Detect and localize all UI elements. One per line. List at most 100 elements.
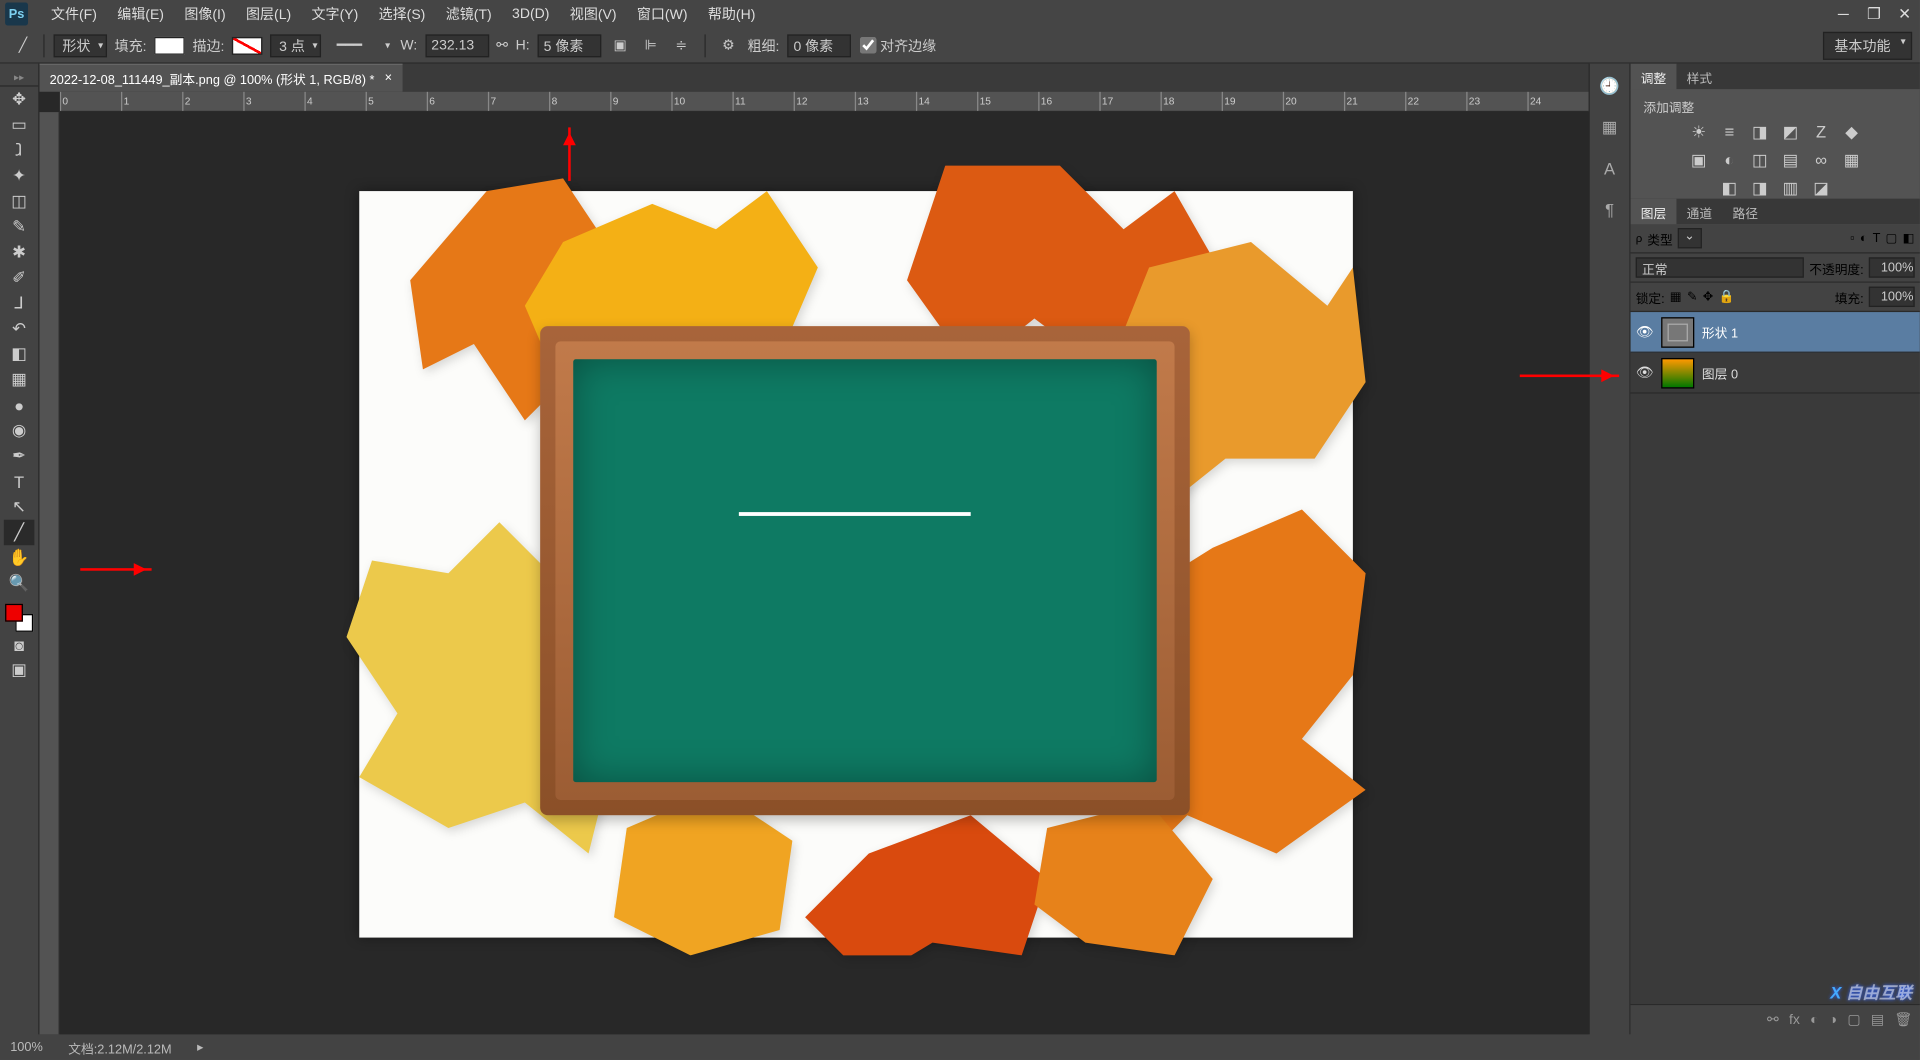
menu-help[interactable]: 帮助(H) <box>698 0 766 28</box>
lock-position-icon[interactable]: ✎ <box>1687 290 1698 304</box>
new-layer-icon[interactable]: ▤ <box>1871 1011 1884 1028</box>
document-tab[interactable]: 2022-12-08_111449_副本.png @ 100% (形状 1, R… <box>39 64 402 92</box>
layer-name-label[interactable]: 图层 0 <box>1702 363 1915 382</box>
filter-type-dropdown[interactable]: ⌄ <box>1678 228 1701 248</box>
pen-tool[interactable]: ✒ <box>4 443 35 468</box>
lock-move-icon[interactable]: ✥ <box>1703 290 1714 304</box>
marquee-tool[interactable]: ▭ <box>4 112 35 137</box>
zoom-tool[interactable]: 🔍 <box>4 571 35 596</box>
character-panel-icon[interactable]: A <box>1597 155 1622 180</box>
healing-brush-tool[interactable]: ✱ <box>4 239 35 264</box>
color-swatches[interactable] <box>5 604 33 632</box>
menu-view[interactable]: 视图(V) <box>560 0 627 28</box>
lasso-tool[interactable]: ⱹ <box>4 138 35 163</box>
menu-file[interactable]: 文件(F) <box>41 0 107 28</box>
path-align-icon[interactable]: ⊫ <box>638 32 663 57</box>
menu-window[interactable]: 窗口(W) <box>627 0 698 28</box>
visibility-icon[interactable]: 👁 <box>1636 364 1654 381</box>
height-input[interactable] <box>537 34 601 57</box>
opacity-input[interactable] <box>1869 257 1915 277</box>
document-tab-bar: 2022-12-08_111449_副本.png @ 100% (形状 1, R… <box>39 64 1588 92</box>
menu-3d[interactable]: 3D(D) <box>502 3 560 26</box>
visibility-icon[interactable]: 👁 <box>1636 324 1654 341</box>
width-input[interactable] <box>425 34 489 57</box>
link-wh-icon[interactable]: ⚯ <box>496 37 508 54</box>
zoom-level[interactable]: 100% <box>10 1040 43 1054</box>
crop-tool[interactable]: ◫ <box>4 189 35 214</box>
magic-wand-tool[interactable]: ✦ <box>4 163 35 188</box>
screenmode-icon[interactable]: ▣ <box>4 657 35 682</box>
tool-preset-icon[interactable]: ╱ <box>10 32 35 57</box>
type-tool[interactable]: T <box>4 469 35 494</box>
path-ops-icon[interactable]: ▣ <box>607 32 632 57</box>
group-icon[interactable]: ▢ <box>1847 1011 1860 1028</box>
gear-icon[interactable]: ⚙ <box>716 32 741 57</box>
tab-paths[interactable]: 路径 <box>1722 198 1768 225</box>
history-panel-icon[interactable]: 🕘 <box>1597 74 1622 99</box>
blur-tool[interactable]: ● <box>4 392 35 417</box>
fill-opacity-input[interactable] <box>1869 287 1915 307</box>
adjustments-panel-tabs: 调整 样式 <box>1631 64 1920 89</box>
swatches-panel-icon[interactable]: ▦ <box>1597 115 1622 140</box>
line-tool[interactable]: ╱ <box>4 520 35 545</box>
layer-name-label[interactable]: 形状 1 <box>1702 322 1915 341</box>
window-restore[interactable]: ❐ <box>1859 1 1890 26</box>
layer-row-layer0[interactable]: 👁 图层 0 <box>1631 353 1920 394</box>
link-layers-icon[interactable]: ⚯ <box>1767 1011 1779 1028</box>
window-close[interactable]: ✕ <box>1889 1 1920 26</box>
tab-layers[interactable]: 图层 <box>1631 198 1677 225</box>
menu-layer[interactable]: 图层(L) <box>236 0 302 28</box>
layer-thumbnail[interactable] <box>1661 317 1694 348</box>
menu-edit[interactable]: 编辑(E) <box>107 0 174 28</box>
weight-input[interactable] <box>787 34 851 57</box>
clone-stamp-tool[interactable]: ⅃ <box>4 290 35 315</box>
tab-styles[interactable]: 样式 <box>1676 63 1722 90</box>
menu-select[interactable]: 选择(S) <box>368 0 435 28</box>
toolbar-collapse-icon[interactable]: ▸▸ <box>0 69 38 87</box>
eyedropper-tool[interactable]: ✎ <box>4 214 35 239</box>
layer-thumbnail[interactable] <box>1661 357 1694 388</box>
gradient-tool[interactable]: ▦ <box>4 367 35 392</box>
foreground-color[interactable] <box>5 604 23 622</box>
tool-mode-dropdown[interactable]: 形状 <box>54 34 108 57</box>
layer-list: 👁 形状 1 👁 图层 0 <box>1631 312 1920 1004</box>
canvas-artwork <box>359 191 1353 938</box>
menu-filter[interactable]: 滤镜(T) <box>436 0 502 28</box>
status-expand-icon[interactable]: ▸ <box>197 1040 203 1054</box>
window-minimize[interactable]: ─ <box>1828 1 1859 26</box>
path-arrange-icon[interactable]: ≑ <box>669 32 694 57</box>
menu-image[interactable]: 图像(I) <box>174 0 236 28</box>
delete-layer-icon[interactable]: 🗑 <box>1894 1011 1912 1028</box>
menu-type[interactable]: 文字(Y) <box>301 0 368 28</box>
close-tab-icon[interactable]: × <box>385 71 392 85</box>
quickmask-icon[interactable]: ◙ <box>4 632 35 657</box>
fill-swatch[interactable] <box>154 36 185 54</box>
doc-size: 文档:2.12M/2.12M <box>68 1038 171 1057</box>
tab-adjustments[interactable]: 调整 <box>1631 63 1677 90</box>
tab-channels[interactable]: 通道 <box>1676 198 1722 225</box>
paragraph-panel-icon[interactable]: ¶ <box>1597 196 1622 221</box>
path-selection-tool[interactable]: ↖ <box>4 494 35 519</box>
move-tool[interactable]: ✥ <box>4 87 35 112</box>
dodge-tool[interactable]: ◉ <box>4 418 35 443</box>
workspace-dropdown[interactable]: 基本功能 <box>1823 31 1912 59</box>
canvas-background[interactable] <box>60 112 1589 1034</box>
lock-pixels-icon[interactable]: ▦ <box>1670 290 1682 304</box>
align-edges-checkbox[interactable]: 对齐边缘 <box>860 35 936 55</box>
filter-type-label: 类型 <box>1647 229 1672 248</box>
eraser-tool[interactable]: ◧ <box>4 341 35 366</box>
hand-tool[interactable]: ✋ <box>4 545 35 570</box>
mask-icon[interactable]: ◐ <box>1810 1012 1818 1027</box>
menu-bar: Ps 文件(F) 编辑(E) 图像(I) 图层(L) 文字(Y) 选择(S) 滤… <box>0 0 1920 28</box>
layer-row-shape1[interactable]: 👁 形状 1 <box>1631 312 1920 353</box>
stroke-width-dropdown[interactable]: 3 点 <box>270 34 321 57</box>
blend-mode-dropdown[interactable]: 正常 <box>1636 257 1804 277</box>
lock-all-icon[interactable]: 🔒 <box>1719 290 1735 304</box>
history-brush-tool[interactable]: ↶ <box>4 316 35 341</box>
vertical-ruler <box>39 112 59 1034</box>
stroke-style-dropdown[interactable]: ━━━ <box>329 34 393 57</box>
brush-tool[interactable]: ✐ <box>4 265 35 290</box>
stroke-swatch[interactable] <box>232 36 263 54</box>
fx-icon[interactable]: fx <box>1789 1012 1800 1027</box>
adjustment-layer-icon[interactable]: ◑ <box>1829 1012 1837 1027</box>
